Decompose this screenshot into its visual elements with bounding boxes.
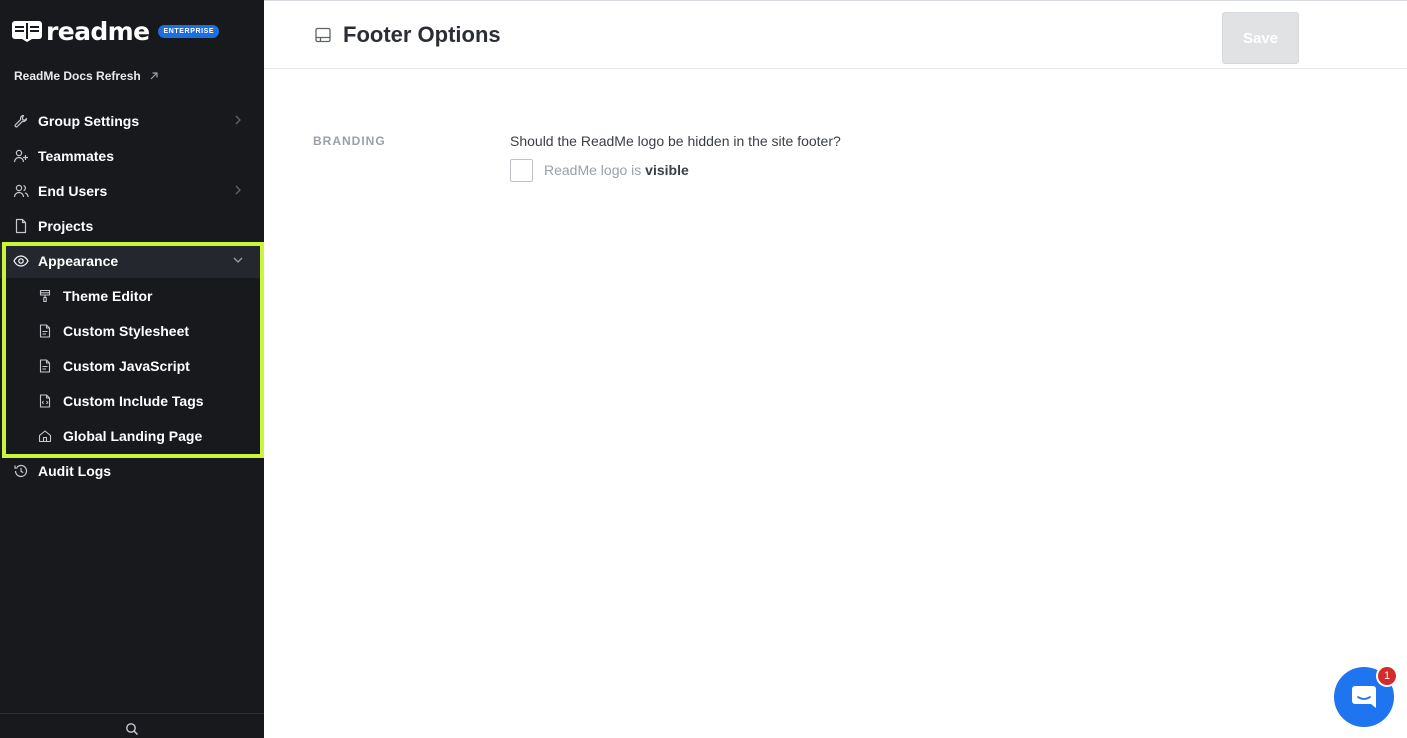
sidebar-footer bbox=[0, 713, 264, 738]
paintbrush-icon bbox=[39, 289, 51, 302]
sidebar-item-appearance[interactable]: Appearance bbox=[0, 243, 264, 278]
sidebar-item-group-settings[interactable]: Group Settings bbox=[0, 103, 264, 138]
eye-icon bbox=[13, 254, 29, 267]
sidebar-item-label: Group Settings bbox=[38, 112, 140, 129]
sidebar-subitem-global-landing-page[interactable]: Global Landing Page bbox=[0, 418, 264, 453]
page-title: Footer Options bbox=[343, 22, 501, 47]
sidebar-item-label: Teammates bbox=[38, 147, 115, 164]
layout-footer-icon bbox=[315, 27, 331, 43]
sidebar-item-label: Audit Logs bbox=[38, 462, 112, 479]
project-link[interactable]: ReadMe Docs Refresh bbox=[14, 68, 159, 84]
css-file-icon bbox=[39, 323, 51, 338]
hide-logo-checkbox[interactable] bbox=[510, 159, 533, 182]
brand-name: readme bbox=[46, 16, 150, 46]
sidebar-item-label: End Users bbox=[38, 182, 108, 199]
file-icon bbox=[15, 218, 27, 233]
chevron-down-icon bbox=[233, 257, 243, 263]
project-name: ReadMe Docs Refresh bbox=[14, 69, 141, 83]
sidebar-item-end-users[interactable]: End Users bbox=[0, 173, 264, 208]
sidebar-subitem-label: Global Landing Page bbox=[63, 427, 203, 444]
main-content: Footer Options Save BRANDING Should the … bbox=[264, 0, 1407, 738]
sidebar-subitem-label: Theme Editor bbox=[63, 287, 153, 304]
history-icon bbox=[14, 464, 28, 477]
js-file-icon bbox=[39, 358, 51, 373]
sidebar-item-label: Projects bbox=[38, 217, 94, 234]
sidebar-subitem-theme-editor[interactable]: Theme Editor bbox=[0, 278, 264, 313]
brand[interactable]: readme ENTERPRISE bbox=[12, 14, 220, 48]
save-button[interactable]: Save bbox=[1222, 12, 1299, 64]
chevron-right-icon bbox=[235, 185, 241, 195]
wrench-icon bbox=[14, 114, 28, 127]
sidebar-subitem-custom-stylesheet[interactable]: Custom Stylesheet bbox=[0, 313, 264, 348]
enterprise-badge: ENTERPRISE bbox=[158, 24, 220, 38]
sidebar-subitem-label: Custom JavaScript bbox=[63, 357, 190, 374]
checkbox-label[interactable]: ReadMe logo is visible bbox=[544, 162, 689, 178]
sidebar-subitem-custom-javascript[interactable]: Custom JavaScript bbox=[0, 348, 264, 383]
sidebar-item-projects[interactable]: Projects bbox=[0, 208, 264, 243]
checkbox-label-prefix: ReadMe logo is bbox=[544, 162, 642, 178]
chat-icon bbox=[1352, 686, 1376, 708]
sidebar-item-teammates[interactable]: Teammates bbox=[0, 138, 264, 173]
page-header: Footer Options Save bbox=[264, 0, 1407, 69]
setting-question: Should the ReadMe logo be hidden in the … bbox=[510, 133, 841, 149]
users-icon bbox=[13, 184, 29, 197]
chevron-right-icon bbox=[235, 115, 241, 125]
sidebar-item-label: Appearance bbox=[38, 252, 119, 269]
sidebar-subitem-label: Custom Stylesheet bbox=[63, 322, 190, 339]
sidebar-subitem-custom-include-tags[interactable]: Custom Include Tags bbox=[0, 383, 264, 418]
add-user-icon bbox=[13, 149, 28, 162]
sidebar-subitem-label: Custom Include Tags bbox=[63, 392, 204, 409]
sidebar: readme ENTERPRISE ReadMe Docs Refresh Gr… bbox=[0, 0, 264, 738]
external-link-icon bbox=[150, 72, 158, 80]
home-icon bbox=[38, 429, 52, 442]
readme-logo-icon bbox=[12, 21, 42, 42]
sidebar-nav: Group Settings Teammates End Users Proje… bbox=[0, 103, 264, 488]
search-icon[interactable] bbox=[125, 722, 139, 736]
checkbox-state: visible bbox=[645, 162, 689, 178]
chat-notification-badge: 1 bbox=[1376, 665, 1398, 687]
code-file-icon bbox=[39, 393, 51, 408]
sidebar-item-audit-logs[interactable]: Audit Logs bbox=[0, 453, 264, 488]
section-label: BRANDING bbox=[313, 134, 386, 148]
